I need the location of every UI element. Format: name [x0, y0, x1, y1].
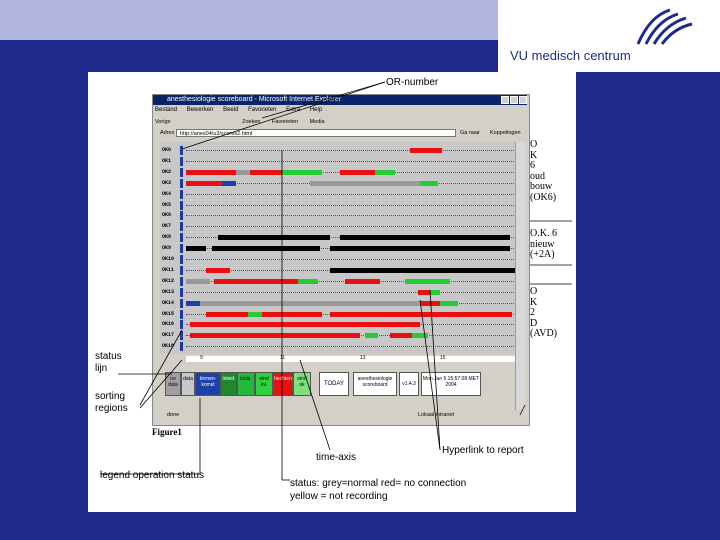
- annotation-lines: [100, 81, 572, 481]
